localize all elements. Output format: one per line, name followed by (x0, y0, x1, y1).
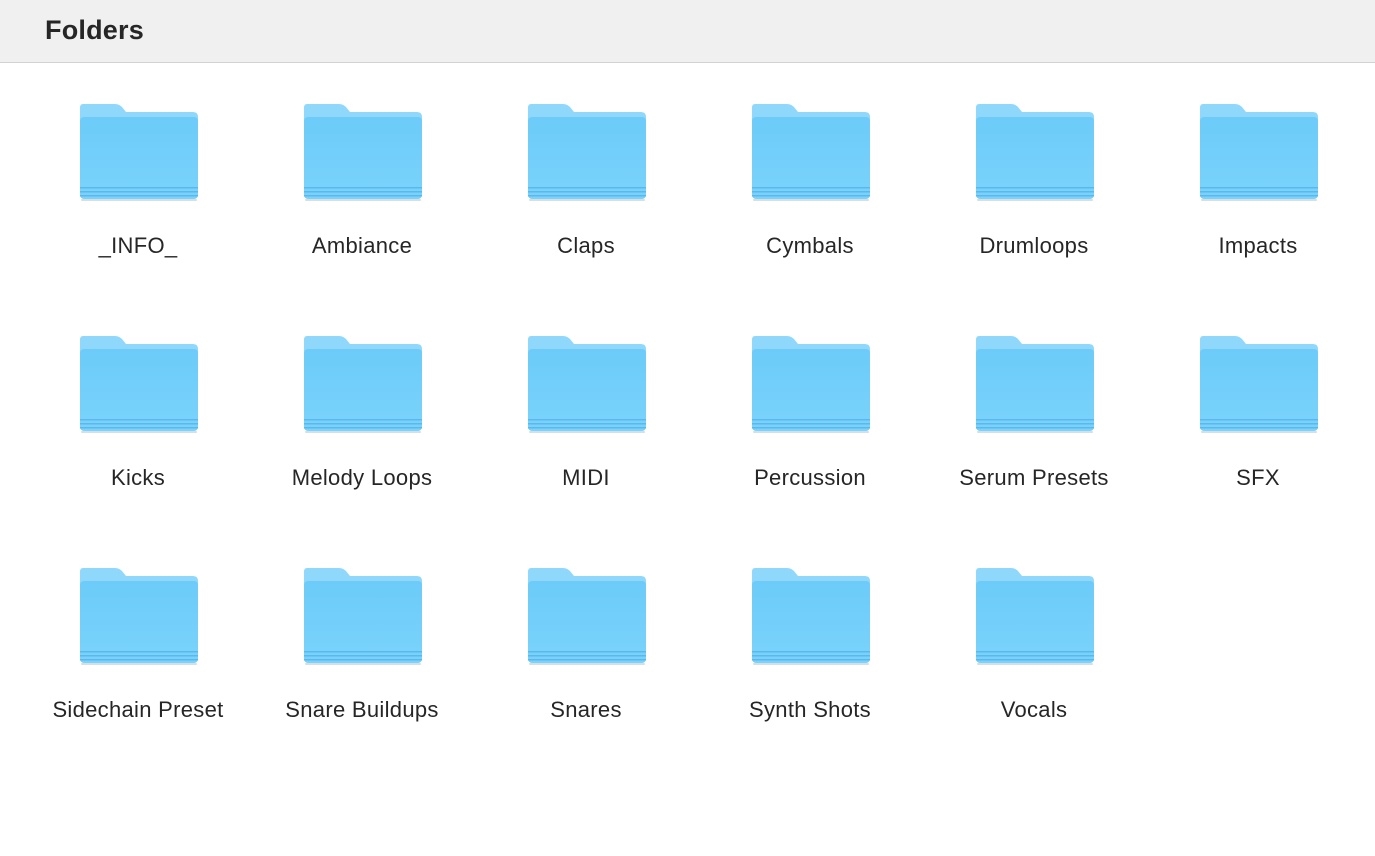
folder-item-melody-loops[interactable]: Melody Loops (250, 332, 474, 564)
folder-label: Cymbals (766, 233, 854, 258)
folder-item-sfx[interactable]: SFX (1146, 332, 1370, 564)
folder-label: Kicks (110, 465, 166, 490)
folder-icon (751, 104, 871, 201)
folder-label: Melody Loops (291, 465, 433, 490)
folder-icon (527, 568, 647, 665)
folder-label: Ambiance (311, 233, 413, 258)
folder-icon (751, 568, 871, 665)
folder-label: Sidechain Preset (52, 697, 224, 722)
folder-icon (975, 336, 1095, 433)
folder-item-kicks[interactable]: Kicks (26, 332, 250, 564)
folder-icon (975, 104, 1095, 201)
folder-item-cymbals[interactable]: Cymbals (698, 100, 922, 332)
folder-grid: _INFO_ Ambiance Claps Cymbals Drumloops … (26, 100, 1370, 796)
folder-icon (527, 104, 647, 201)
folder-icon (1199, 336, 1319, 433)
folder-label: Serum Presets (959, 465, 1109, 490)
folder-item-serum-presets[interactable]: Serum Presets (922, 332, 1146, 564)
folder-item-snares[interactable]: Snares (474, 564, 698, 796)
folder-icon (975, 568, 1095, 665)
window-header: Folders (0, 0, 1375, 63)
folder-label: Percussion (754, 465, 866, 490)
folder-label: Claps (557, 233, 615, 258)
folder-icon (1199, 104, 1319, 201)
folder-item-drumloops[interactable]: Drumloops (922, 100, 1146, 332)
folder-item-claps[interactable]: Claps (474, 100, 698, 332)
folder-icon (79, 104, 199, 201)
folder-label: SFX (1236, 465, 1280, 490)
folder-label: MIDI (562, 465, 610, 490)
folder-label: Snares (550, 697, 622, 722)
folder-label: Impacts (1218, 233, 1298, 258)
folder-icon (527, 336, 647, 433)
folder-icon (303, 104, 423, 201)
folder-icon (79, 568, 199, 665)
folder-label: Synth Shots (749, 697, 871, 722)
folder-item-info[interactable]: _INFO_ (26, 100, 250, 332)
page-title: Folders (45, 15, 144, 45)
folder-item-midi[interactable]: MIDI (474, 332, 698, 564)
folder-item-sidechain-preset[interactable]: Sidechain Preset (26, 564, 250, 796)
folder-item-percussion[interactable]: Percussion (698, 332, 922, 564)
folder-icon (303, 336, 423, 433)
folder-icon (751, 336, 871, 433)
folder-item-snare-buildups[interactable]: Snare Buildups (250, 564, 474, 796)
folder-icon (79, 336, 199, 433)
folder-item-synth-shots[interactable]: Synth Shots (698, 564, 922, 796)
folder-item-ambiance[interactable]: Ambiance (250, 100, 474, 332)
folder-label: _INFO_ (98, 233, 178, 258)
folder-item-vocals[interactable]: Vocals (922, 564, 1146, 796)
folder-label: Vocals (1000, 697, 1068, 722)
folder-label: Drumloops (979, 233, 1089, 258)
folder-label: Snare Buildups (285, 697, 439, 722)
folder-icon (303, 568, 423, 665)
folder-item-impacts[interactable]: Impacts (1146, 100, 1370, 332)
